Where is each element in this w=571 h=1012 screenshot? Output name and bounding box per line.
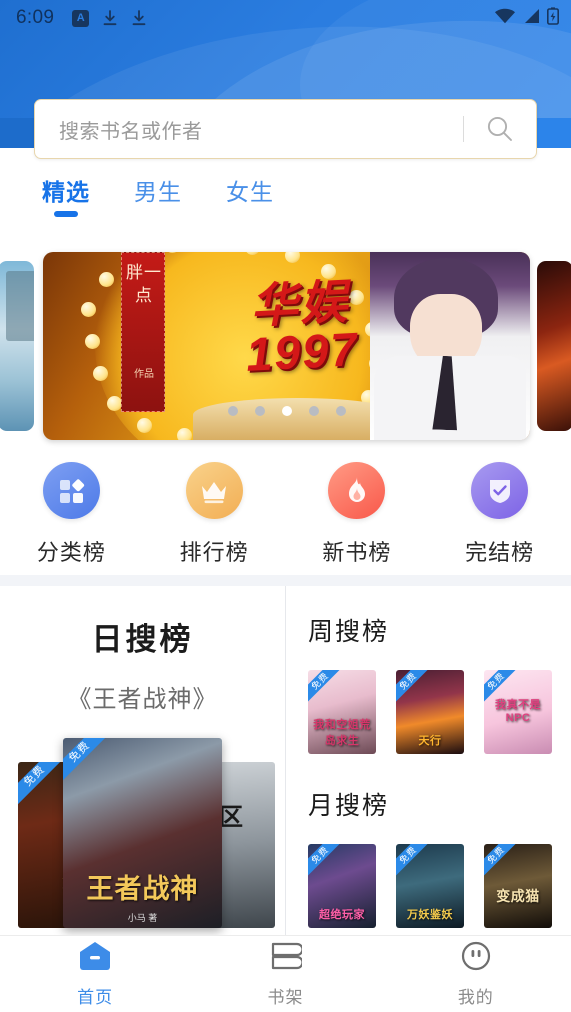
tab-nvsheng[interactable]: 女生: [204, 175, 296, 209]
free-badge-label: 免费: [396, 670, 428, 702]
book-cover[interactable]: 免费 我和空姐荒岛求生: [308, 670, 376, 754]
banner-carousel: 胖一点 作品 华娱 1997: [0, 248, 571, 443]
book-cover[interactable]: 免费 万妖鉴妖: [396, 844, 464, 928]
bottom-navigation-bar: 首页 书架 我的: [0, 935, 571, 1012]
week-rank-title: 周搜榜: [308, 618, 390, 646]
status-bar: 6:09 A: [0, 0, 571, 36]
category-shortcuts: 分类榜 排行榜 新书榜 完结榜: [0, 462, 571, 574]
search-input[interactable]: 搜索书名或作者: [35, 115, 463, 144]
free-badge-label: 免费: [308, 670, 340, 702]
book-cover-title: 我和空姐荒岛求生: [313, 719, 371, 747]
nav-label: 首页: [77, 987, 114, 1007]
daily-rank-subtitle: 《王者战神》: [67, 686, 218, 713]
daily-rank-title: 日搜榜: [91, 622, 194, 657]
month-rank-title: 月搜榜: [308, 792, 390, 820]
wifi-icon: [494, 8, 516, 29]
category-item-paihangbang[interactable]: 排行榜: [143, 462, 286, 567]
free-badge-label: 免费: [484, 844, 516, 876]
banner-dot-active[interactable]: [281, 405, 292, 416]
banner-dot[interactable]: [335, 405, 346, 416]
download-icon: [131, 9, 147, 27]
banner-dot[interactable]: [227, 405, 238, 416]
tab-label: 精选: [42, 179, 90, 205]
book-cover-title: 王者战神: [86, 874, 199, 904]
status-bar-system-icons: [494, 6, 559, 30]
category-tabs: 精选 男生 女生: [0, 175, 571, 231]
free-badge-label: 免费: [18, 762, 62, 806]
free-badge: 免费: [396, 844, 428, 876]
home-icon: [78, 941, 112, 976]
book-cover[interactable]: 免费 变成猫: [484, 844, 552, 928]
week-rank-book-list: 免费 我和空姐荒岛求生 免费 天行 免费 我真不是NPC: [308, 670, 571, 754]
nav-label: 书架: [267, 987, 304, 1007]
tab-label: 女生: [226, 179, 274, 205]
banner-slide-previous[interactable]: [0, 260, 34, 431]
profile-icon: [460, 941, 492, 976]
crown-icon: [185, 462, 243, 519]
category-label: 排行榜: [179, 540, 249, 565]
book-cover[interactable]: 免费 我真不是NPC: [484, 670, 552, 754]
banner-title: 华娱 1997: [179, 273, 424, 381]
category-label: 完结榜: [465, 540, 535, 565]
book-cover[interactable]: 免费 超绝玩家: [308, 844, 376, 928]
category-label: 分类榜: [36, 540, 106, 565]
book-cover-author: 小马 著: [127, 913, 158, 923]
shield-check-icon: [471, 462, 529, 519]
banner-author-ribbon: 胖一点 作品: [121, 251, 165, 412]
tab-jingxuan[interactable]: 精选: [20, 175, 112, 217]
grid-icon: [42, 462, 100, 519]
bookshelf-icon: [268, 941, 305, 976]
banner-ribbon-text: 胖一点: [126, 262, 162, 305]
book-cover-title: 超绝玩家: [319, 909, 365, 921]
flame-icon: [328, 462, 386, 519]
status-bar-notification-icons: A: [72, 9, 147, 27]
status-bar-time: 6:09: [16, 7, 55, 28]
free-badge: 免费: [308, 844, 340, 876]
free-badge: 免费: [63, 738, 107, 782]
banner-pagination-dots[interactable]: [43, 405, 530, 416]
free-badge-label: 免费: [63, 738, 107, 782]
nav-item-profile[interactable]: 我的: [381, 936, 571, 1012]
section-separator: [0, 575, 571, 586]
free-badge: 免费: [484, 844, 516, 876]
free-badge: 免费: [396, 670, 428, 702]
category-item-fenleibang[interactable]: 分类榜: [0, 462, 143, 567]
book-cover-title: 我真不是NPC: [495, 699, 541, 724]
nav-item-bookshelf[interactable]: 书架: [190, 936, 380, 1012]
banner-dot[interactable]: [308, 405, 319, 416]
category-item-xinshubang[interactable]: 新书榜: [286, 462, 429, 567]
book-cover-title: 变成猫: [496, 888, 540, 904]
nav-label: 我的: [457, 987, 494, 1007]
weekly-monthly-rank-sections: 周搜榜 免费 我和空姐荒岛求生 免费 天行 免费 我真不是NPC 月搜榜 免费 …: [286, 586, 571, 935]
banner-slide-next[interactable]: [537, 260, 571, 431]
book-cover-title: 天行: [418, 735, 442, 747]
book-cover[interactable]: 免费 天行: [396, 670, 464, 754]
app-badge-letter: A: [76, 11, 85, 24]
tab-label: 男生: [134, 179, 182, 205]
cellular-signal-icon: [523, 8, 540, 29]
daily-rank-cover-carousel: 免费 炼 禁区 免费 王者战神 小马 著: [0, 738, 285, 928]
banner-dot[interactable]: [254, 405, 265, 416]
tab-nansheng[interactable]: 男生: [112, 175, 204, 209]
free-badge-label: 免费: [396, 844, 428, 876]
banner-slide-active[interactable]: 胖一点 作品 华娱 1997: [43, 251, 530, 440]
app-badge-icon: A: [72, 9, 90, 27]
daily-rank-section: 日搜榜 《王者战神》 免费 炼 禁区 免费 王者战神 小马 著: [0, 586, 285, 935]
nav-item-home[interactable]: 首页: [0, 936, 190, 1012]
month-rank-book-list: 免费 超绝玩家 免费 万妖鉴妖 免费 变成猫: [308, 844, 571, 928]
free-badge: 免费: [308, 670, 340, 702]
book-cover-featured[interactable]: 免费 王者战神 小马 著: [63, 738, 222, 928]
free-badge: 免费: [18, 762, 62, 806]
rank-sections: 日搜榜 《王者战神》 免费 炼 禁区 免费 王者战神 小马 著 周搜: [0, 586, 571, 935]
free-badge-label: 免费: [308, 844, 340, 876]
search-icon[interactable]: [464, 114, 536, 144]
battery-charging-icon: [547, 6, 559, 30]
download-icon: [102, 9, 118, 27]
category-item-wanjiebang[interactable]: 完结榜: [428, 462, 571, 567]
tab-active-indicator: [54, 211, 78, 217]
category-label: 新书榜: [322, 540, 392, 565]
search-bar[interactable]: 搜索书名或作者: [34, 99, 537, 159]
book-cover-title: 万妖鉴妖: [407, 909, 453, 921]
banner-ribbon-sub: 作品: [134, 368, 154, 380]
